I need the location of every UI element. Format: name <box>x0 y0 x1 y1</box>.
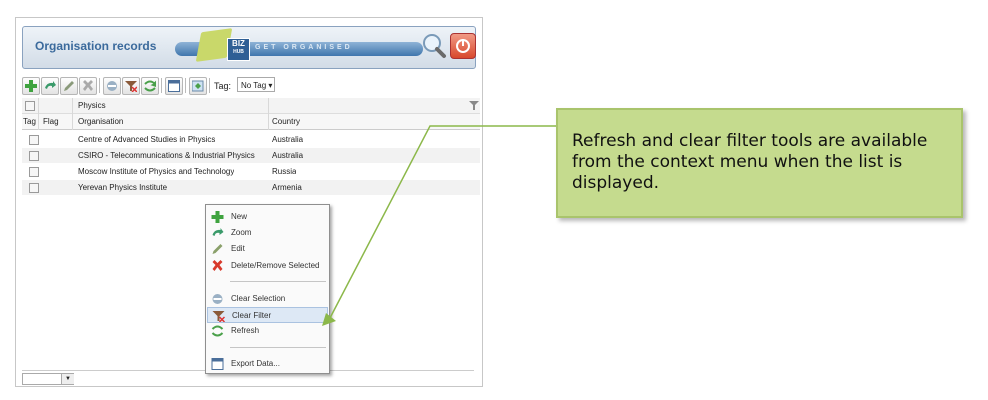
clear-selection-icon <box>212 294 223 304</box>
row-tag-checkbox[interactable] <box>29 183 39 193</box>
menu-item-refresh[interactable]: Refresh <box>207 323 328 339</box>
country-cell: Australia <box>272 135 304 144</box>
callout-text: Refresh and clear filter tools are avail… <box>572 131 928 193</box>
row-tag-checkbox[interactable] <box>29 135 39 145</box>
column-divider <box>268 98 269 130</box>
table-row[interactable]: Centre of Advanced Studies in Physics Au… <box>22 132 480 147</box>
edit-button[interactable] <box>60 77 78 95</box>
row-tag-checkbox[interactable] <box>29 151 39 161</box>
toolbar-separator <box>209 78 210 93</box>
bizhub-logo: BIZ HUB <box>227 38 250 61</box>
tag-label: Tag: <box>214 81 232 91</box>
tag-select-value: No Tag <box>241 81 267 90</box>
table-row[interactable]: Moscow Institute of Physics and Technolo… <box>22 164 480 179</box>
logout-button[interactable] <box>450 33 476 59</box>
new-button[interactable] <box>22 77 40 95</box>
zoom-button[interactable] <box>41 77 59 95</box>
tag-select[interactable]: No Tag ▾ <box>237 77 275 92</box>
menu-item-delete[interactable]: Delete/Remove Selected <box>207 258 328 274</box>
column-header-flag[interactable]: Flag <box>43 114 59 129</box>
organisation-cell: Yerevan Physics Institute <box>78 183 168 192</box>
toolbar: Tag: No Tag ▾ <box>22 76 474 96</box>
refresh-icon <box>211 325 224 337</box>
toolbar-separator <box>161 78 162 93</box>
column-header-tag[interactable]: Tag <box>23 114 36 129</box>
table-row[interactable]: CSIRO - Telecommunications & Industrial … <box>22 148 480 163</box>
menu-item-export-data[interactable]: Export Data... <box>207 356 328 372</box>
delete-x-icon <box>212 260 223 271</box>
menu-item-label: Refresh <box>231 326 260 335</box>
column-divider <box>72 98 73 130</box>
country-cell: Australia <box>272 151 304 160</box>
export-button[interactable] <box>165 77 183 95</box>
menu-separator <box>230 281 326 282</box>
refresh-icon <box>144 80 156 92</box>
tag-button[interactable] <box>189 77 207 95</box>
pencil-icon <box>212 244 223 254</box>
logo-subtext: HUB <box>233 49 244 55</box>
search-button[interactable] <box>421 33 447 59</box>
clear-selection-icon <box>107 81 117 91</box>
toolbar-separator <box>99 78 100 93</box>
filter-funnel-icon[interactable] <box>469 100 479 110</box>
table-row[interactable]: Yerevan Physics Institute Armenia <box>22 180 480 195</box>
organisation-cell: Centre of Advanced Studies in Physics <box>78 135 216 144</box>
delete-button[interactable] <box>79 77 97 95</box>
country-cell: Russia <box>272 167 297 176</box>
refresh-button[interactable] <box>141 77 159 95</box>
app-header: Organisation records GET ORGANISED BIZ H… <box>22 26 476 69</box>
power-icon <box>456 39 470 53</box>
page-size-select[interactable]: ▼ <box>22 373 74 385</box>
organisation-cell: CSIRO - Telecommunications & Industrial … <box>78 151 255 160</box>
clear-filter-button[interactable] <box>122 77 140 95</box>
delete-x-icon <box>83 80 93 91</box>
pencil-icon <box>64 81 74 91</box>
tag-refresh-icon <box>192 80 204 92</box>
zoom-arrow-icon <box>212 228 224 236</box>
column-header-organisation[interactable]: Organisation <box>78 114 123 129</box>
page-title: Organisation records <box>35 39 157 53</box>
menu-item-label: Edit <box>231 244 245 253</box>
logo-text: BIZ <box>232 39 245 48</box>
menu-item-zoom[interactable]: Zoom <box>207 225 328 241</box>
chevron-down-icon[interactable]: ▼ <box>61 374 74 384</box>
dropdown-arrow-icon: ▾ <box>266 81 273 90</box>
organisation-filter-input[interactable]: Physics <box>78 98 106 113</box>
filter-row: Physics <box>22 98 480 114</box>
clear-selection-button[interactable] <box>103 77 121 95</box>
column-header-row: Tag Flag Organisation Country <box>22 114 480 130</box>
menu-item-label: Export Data... <box>231 359 280 368</box>
export-table-icon <box>211 358 224 370</box>
select-all-checkbox[interactable] <box>25 101 35 111</box>
menu-separator <box>230 347 326 348</box>
menu-item-edit[interactable]: Edit <box>207 241 328 257</box>
context-menu: New Zoom Edit Delete/Remove Selected Cle… <box>205 204 330 374</box>
menu-item-clear-selection[interactable]: Clear Selection <box>207 291 328 307</box>
column-divider <box>38 98 39 130</box>
row-tag-checkbox[interactable] <box>29 167 39 177</box>
menu-item-label: Clear Filter <box>232 311 272 320</box>
plus-icon <box>25 80 37 92</box>
organisation-cell: Moscow Institute of Physics and Technolo… <box>78 167 235 176</box>
magnifier-icon <box>423 34 446 58</box>
plus-icon <box>211 211 224 223</box>
toolbar-separator <box>185 78 186 93</box>
menu-item-label: New <box>231 212 248 221</box>
menu-item-label: Delete/Remove Selected <box>231 261 320 270</box>
help-callout: Refresh and clear filter tools are avail… <box>556 108 963 218</box>
clear-filter-icon <box>125 81 137 92</box>
menu-item-clear-filter[interactable]: Clear Filter <box>207 307 328 323</box>
banner-slogan: GET ORGANISED <box>255 44 353 51</box>
menu-item-label: Clear Selection <box>231 294 286 303</box>
clear-filter-icon <box>212 311 225 322</box>
country-cell: Armenia <box>272 183 302 192</box>
menu-item-label: Zoom <box>231 228 252 237</box>
menu-item-new[interactable]: New <box>207 209 328 225</box>
column-header-country[interactable]: Country <box>272 114 300 129</box>
zoom-arrow-icon <box>45 81 56 89</box>
export-table-icon <box>168 80 180 92</box>
